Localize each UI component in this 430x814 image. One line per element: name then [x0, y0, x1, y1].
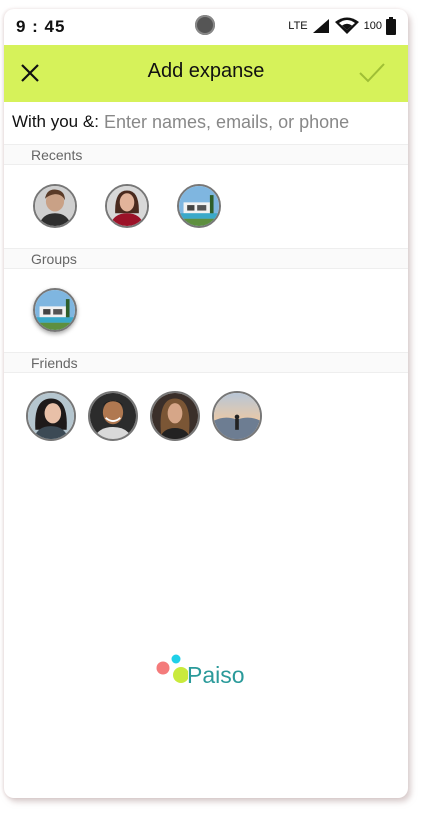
friend-avatar-1[interactable]	[26, 391, 76, 441]
battery-icon	[386, 17, 396, 35]
recent-avatar-2[interactable]	[105, 184, 149, 228]
with-you-label: With you &:	[12, 112, 99, 131]
house-photo	[35, 290, 75, 330]
confirm-check-icon[interactable]	[358, 61, 386, 85]
brand-name: Paiso	[187, 662, 245, 688]
page-title: Add expanse	[147, 60, 265, 82]
network-type: LTE	[288, 20, 308, 32]
recents-header: Recents	[4, 144, 408, 165]
brand-logo: Paiso	[154, 653, 264, 693]
friends-header: Friends	[4, 352, 408, 373]
app-bar: Add expanse	[4, 45, 408, 102]
brand-dots-icon	[156, 654, 188, 683]
friend-avatar-4[interactable]	[212, 391, 262, 441]
phone-screen: 9 : 45 LTE 100 Add expanse With you &: R…	[4, 9, 408, 798]
participants-row: With you &:	[4, 102, 408, 145]
friend-avatar-2[interactable]	[88, 391, 138, 441]
recent-avatar-3[interactable]	[177, 184, 221, 228]
recent-avatar-1[interactable]	[33, 184, 77, 228]
group-avatar-1[interactable]	[33, 288, 77, 332]
house-photo	[179, 186, 219, 226]
groups-header: Groups	[4, 248, 408, 269]
person-photo	[28, 393, 74, 439]
friends-label: Friends	[31, 355, 78, 371]
status-time: 9 : 45	[16, 17, 66, 36]
friend-avatar-3[interactable]	[150, 391, 200, 441]
front-camera	[195, 15, 215, 35]
status-icons: LTE 100	[288, 16, 396, 36]
status-bar: 9 : 45 LTE 100	[4, 9, 408, 45]
person-photo	[90, 393, 136, 439]
participants-search-input[interactable]	[104, 108, 394, 136]
recents-label: Recents	[31, 147, 83, 163]
wifi-icon	[334, 17, 359, 34]
signal-icon	[312, 19, 329, 33]
landscape-photo	[214, 393, 260, 439]
battery-level: 100	[363, 20, 382, 32]
person-photo	[107, 186, 147, 226]
person-photo	[152, 393, 198, 439]
groups-label: Groups	[31, 251, 77, 267]
person-photo	[35, 186, 75, 226]
